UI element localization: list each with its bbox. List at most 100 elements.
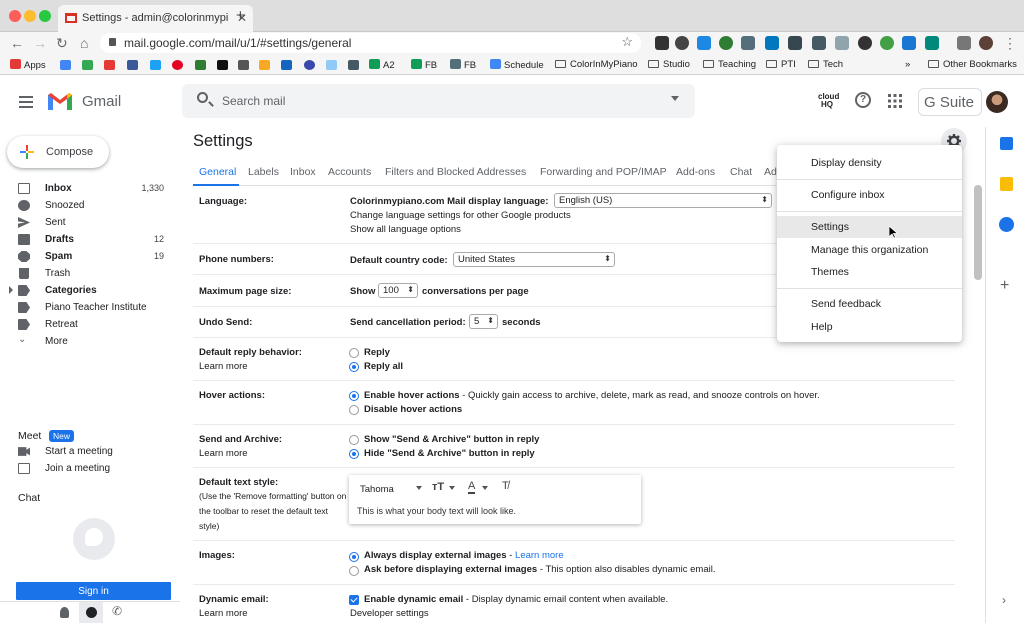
send-archive-learn-more-link[interactable]: Learn more xyxy=(199,448,248,459)
twitter-icon[interactable] xyxy=(150,60,161,70)
reply-all-option-label[interactable]: Reply all xyxy=(364,361,403,372)
main-menu-icon[interactable] xyxy=(19,96,33,111)
extension-icon-4[interactable] xyxy=(858,36,872,50)
bookmark-tech[interactable]: Tech xyxy=(808,59,843,70)
bookmarks-overflow-icon[interactable]: » xyxy=(905,59,910,70)
bookmark-icon-6[interactable] xyxy=(304,60,315,70)
tab-general[interactable]: General xyxy=(199,166,236,178)
home-icon[interactable]: ⌂ xyxy=(80,35,88,51)
address-bar[interactable]: mail.google.com/mail/u/1/#settings/gener… xyxy=(100,33,641,53)
bookmark-icon-7[interactable] xyxy=(326,60,337,70)
extension-dropbox2-icon[interactable] xyxy=(788,36,802,50)
gsuite-account-button[interactable]: G Suite xyxy=(918,88,982,116)
show-send-archive-label[interactable]: Show "Send & Archive" button in reply xyxy=(364,434,539,445)
hide-send-archive-label[interactable]: Hide "Send & Archive" button in reply xyxy=(364,448,535,459)
menu-item-send-feedback[interactable]: Send feedback xyxy=(777,293,962,315)
show-all-languages-link[interactable]: Show all language options xyxy=(350,224,461,235)
bookmark-fb-1[interactable]: FB xyxy=(411,59,437,71)
font-size-icon[interactable]: ᴛT xyxy=(432,481,444,493)
enable-hover-radio[interactable] xyxy=(349,391,359,401)
extension-icon-2[interactable] xyxy=(812,36,826,50)
tab-chat[interactable]: Chat xyxy=(730,166,752,178)
profile-icon[interactable] xyxy=(979,36,993,50)
extension-dropbox-icon[interactable] xyxy=(697,36,711,50)
extension-pinterest-icon[interactable] xyxy=(675,36,689,50)
tab-forwarding[interactable]: Forwarding and POP/IMAP xyxy=(540,166,667,178)
menu-item-help[interactable]: Help xyxy=(777,316,962,338)
dynamic-learn-more-link[interactable]: Learn more xyxy=(199,608,248,619)
sidebar-item-piano-teacher-institute[interactable]: Piano Teacher Institute xyxy=(0,300,172,317)
help-icon[interactable]: ? xyxy=(855,92,871,108)
reply-radio[interactable] xyxy=(349,348,359,358)
expand-panel-chevron-icon[interactable]: › xyxy=(1002,593,1006,607)
scrollbar-thumb[interactable] xyxy=(974,185,982,280)
extension-grammarly-icon[interactable] xyxy=(880,36,894,50)
bookmark-icon-1[interactable] xyxy=(195,60,206,70)
font-dropdown-icon[interactable] xyxy=(416,486,422,490)
reload-icon[interactable]: ↻ xyxy=(56,35,68,52)
bookmark-apps[interactable]: Apps xyxy=(10,59,46,71)
sidebar-item-inbox[interactable]: Inbox 1,330 xyxy=(0,181,172,198)
apps-grid-icon[interactable] xyxy=(888,94,902,108)
cast-icon[interactable] xyxy=(957,36,971,50)
search-icon[interactable] xyxy=(197,92,208,103)
bookmark-colorinmypiano[interactable]: ColorInMyPiano xyxy=(555,59,638,70)
change-language-link[interactable]: Change language settings for other Googl… xyxy=(350,210,571,221)
tab-inbox[interactable]: Inbox xyxy=(290,166,316,178)
tasks-icon[interactable] xyxy=(999,217,1014,232)
extension-s-icon[interactable] xyxy=(765,36,779,50)
menu-item-configure-inbox[interactable]: Configure inbox xyxy=(777,184,962,206)
tab-addons[interactable]: Add-ons xyxy=(676,166,715,178)
always-display-images-radio[interactable] xyxy=(349,552,359,562)
extension-icon-5[interactable] xyxy=(902,36,916,50)
developer-settings-link[interactable]: Developer settings xyxy=(350,608,429,619)
sidebar-item-spam[interactable]: Spam 19 xyxy=(0,249,172,266)
extension-evernote-icon[interactable] xyxy=(719,36,733,50)
font-size-dropdown-icon[interactable] xyxy=(449,486,455,490)
bookmark-schedule[interactable]: Schedule xyxy=(490,59,544,71)
maximize-window-button[interactable] xyxy=(39,10,51,22)
disable-hover-radio[interactable] xyxy=(349,405,359,415)
menu-item-themes[interactable]: Themes xyxy=(777,261,962,283)
browser-menu-icon[interactable]: ⋮ xyxy=(1003,35,1017,52)
bookmark-icon-3[interactable] xyxy=(238,60,249,70)
ask-images-option[interactable]: Ask before displaying external images - … xyxy=(364,564,715,575)
hangouts-icon[interactable] xyxy=(86,607,97,618)
reply-learn-more-link[interactable]: Learn more xyxy=(199,361,248,372)
bookmark-icon-4[interactable] xyxy=(259,60,270,70)
dynamic-email-checkbox[interactable] xyxy=(349,595,359,605)
sidebar-item-retreat[interactable]: Retreat xyxy=(0,317,172,334)
bookmark-a2[interactable]: A2 xyxy=(369,59,395,71)
expand-arrow-icon[interactable] xyxy=(9,286,13,294)
drive-icon[interactable] xyxy=(82,60,93,70)
sidebar-item-more[interactable]: ⌄ More xyxy=(0,334,172,351)
gmail-logo-icon[interactable] xyxy=(47,91,73,111)
browser-tab[interactable]: Settings - admin@colorinmypi ✕ xyxy=(58,5,253,32)
always-display-images-option[interactable]: Always display external images - Learn m… xyxy=(364,550,564,561)
ask-images-radio[interactable] xyxy=(349,566,359,576)
display-language-select[interactable]: English (US) xyxy=(554,193,772,208)
close-window-button[interactable] xyxy=(9,10,21,22)
dynamic-email-option[interactable]: Enable dynamic email - Display dynamic e… xyxy=(364,594,668,605)
search-input[interactable]: Search mail xyxy=(182,84,695,118)
extension-icon-3[interactable] xyxy=(835,36,849,50)
text-color-dropdown-icon[interactable] xyxy=(482,486,488,490)
sign-in-button[interactable]: Sign in xyxy=(16,582,171,600)
bookmark-studio[interactable]: Studio xyxy=(648,59,690,70)
compose-button[interactable]: Compose xyxy=(7,136,109,168)
reply-all-radio[interactable] xyxy=(349,362,359,372)
text-color-icon[interactable]: A xyxy=(468,481,476,494)
gmail-title[interactable]: Gmail xyxy=(82,93,121,110)
bookmark-icon-8[interactable] xyxy=(348,60,359,70)
extension-icon[interactable] xyxy=(741,36,755,50)
country-code-select[interactable]: United States xyxy=(453,252,615,267)
sidebar-item-snoozed[interactable]: Snoozed xyxy=(0,198,172,215)
calendar-icon[interactable] xyxy=(1000,137,1013,150)
undo-send-period-select[interactable]: 5 xyxy=(469,314,498,329)
keep-icon[interactable] xyxy=(1000,177,1013,191)
tab-accounts[interactable]: Accounts xyxy=(328,166,371,178)
extension-pen-icon[interactable] xyxy=(655,36,669,50)
sidebar-item-sent[interactable]: Sent xyxy=(0,215,172,232)
minimize-window-button[interactable] xyxy=(24,10,36,22)
phone-icon[interactable]: ✆ xyxy=(112,604,122,618)
